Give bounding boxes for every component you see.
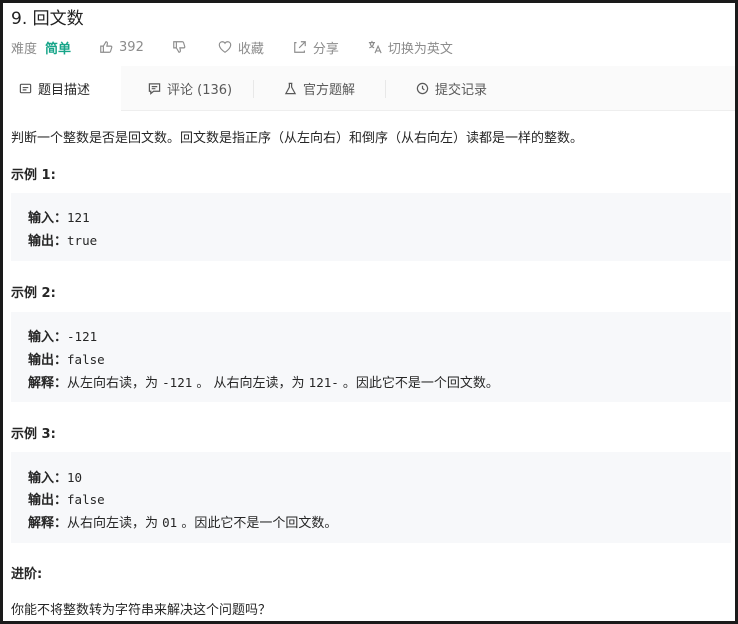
problem-title: 9. 回文数 <box>11 9 84 29</box>
example-output: 输出：false <box>28 492 105 508</box>
example-output: 输出：false <box>28 352 105 368</box>
heart-icon <box>218 41 232 53</box>
difficulty: 难度 简单 <box>11 38 71 57</box>
example-block: 输入：-121 输出：false 解释：从左向右读，为 -121 。 从右向左读… <box>11 312 731 402</box>
example-input: 输入：121 <box>28 210 90 226</box>
tab-label: 官方题解 <box>303 82 356 98</box>
tab-divider <box>385 80 386 98</box>
example-title: 示例 1: <box>11 168 56 183</box>
like-button[interactable]: 392 <box>99 40 144 55</box>
tab-label: 提交记录 <box>435 82 488 98</box>
thumbs-down-icon <box>173 41 186 53</box>
share-icon <box>294 41 306 53</box>
translate-icon <box>368 40 382 54</box>
favorite-button[interactable]: 收藏 <box>218 38 264 57</box>
comment-icon <box>148 82 161 95</box>
problem-description: 判断一个整数是否是回文数。回文数是指正序（从左向右）和倒序（从右向左）读都是一样… <box>11 131 584 146</box>
example-explanation: 解释：从左向右读，为 -121 。 从右向左读，为 121- 。因此它不是一个回… <box>28 375 499 391</box>
tab-description[interactable]: 题目描述 <box>3 66 121 111</box>
advanced-title: 进阶: <box>11 567 43 582</box>
difficulty-value: 简单 <box>45 41 72 57</box>
like-count: 392 <box>119 39 144 55</box>
tab-label: 题目描述 <box>38 83 91 98</box>
share-label: 分享 <box>312 41 339 57</box>
translate-button[interactable]: 切换为英文 <box>368 38 453 57</box>
advanced-text: 你能不将整数转为字符串来解决这个问题吗？ <box>11 603 272 618</box>
tab-divider <box>253 80 254 98</box>
example-block: 输入：10 输出：false 解释：从右向左读，为 01 。因此它不是一个回文数… <box>11 452 731 543</box>
example-title: 示例 2: <box>11 286 56 301</box>
tab-bar: 题目描述 评论 (136) 官方题解 提交记录 <box>3 66 735 111</box>
tab-solution[interactable]: 官方题解 <box>284 66 355 110</box>
dislike-button[interactable] <box>172 40 192 54</box>
problem-meta-bar: 难度 简单 392 收藏 分享 切换为英文 <box>11 36 453 58</box>
example-title: 示例 3: <box>11 427 56 442</box>
document-icon <box>19 83 32 94</box>
favorite-label: 收藏 <box>237 41 264 57</box>
tab-label: 评论 (136) <box>167 82 233 98</box>
example-explanation: 解释：从右向左读，为 01 。因此它不是一个回文数。 <box>28 515 338 531</box>
flask-icon <box>284 82 297 94</box>
clock-icon <box>416 82 429 94</box>
example-input: 输入：10 <box>28 470 83 486</box>
tab-comments[interactable]: 评论 (136) <box>148 66 232 110</box>
tab-submissions[interactable]: 提交记录 <box>416 66 487 110</box>
problem-panel: 9. 回文数 难度 简单 392 收藏 分享 切换为英文 题目描述 评论 (13… <box>3 3 735 621</box>
example-output: 输出：true <box>28 233 98 249</box>
example-input: 输入：-121 <box>28 329 98 345</box>
example-block: 输入：121 输出：true <box>11 193 731 261</box>
share-button[interactable]: 分享 <box>293 38 339 57</box>
thumbs-up-icon <box>100 41 113 53</box>
difficulty-label: 难度 <box>11 41 38 57</box>
translate-label: 切换为英文 <box>387 41 453 57</box>
